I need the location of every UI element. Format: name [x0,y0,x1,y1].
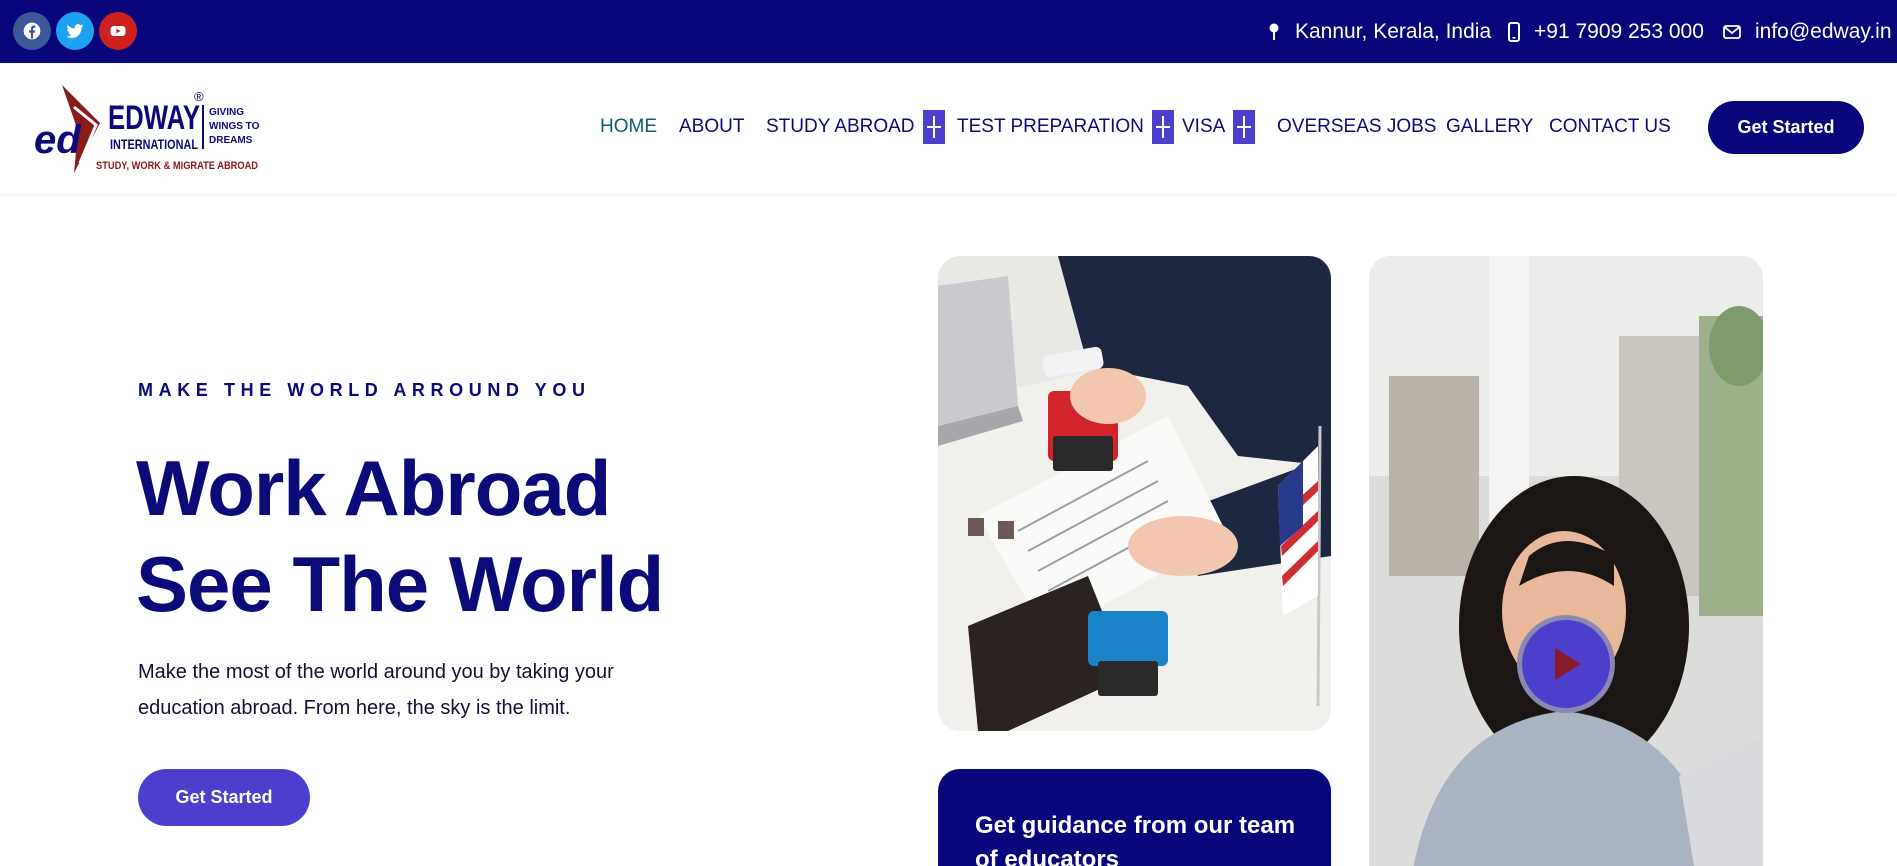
expand-plus-icon[interactable] [922,110,945,144]
nav-contact-us[interactable]: CONTACT US [1549,115,1671,139]
facebook-icon [23,22,41,40]
hero-eyebrow: MAKE THE WORLD ARROUND YOU [138,380,591,400]
youtube-icon [110,26,126,36]
student-video-thumbnail[interactable] [1369,256,1763,866]
visa-stamp-photo [938,256,1331,731]
map-pin-icon [1269,23,1279,40]
logo-tagline-1: GIVING [209,107,244,118]
mail-icon [1723,24,1741,39]
header-get-started-button[interactable]: Get Started [1708,101,1864,154]
logo-monogram: ed [34,118,82,162]
phone-text: +91 7909 253 000 [1534,19,1704,43]
logo-tagline-3: DREAMS [209,135,253,146]
nav-gallery[interactable]: GALLERY [1446,115,1533,139]
hero-title-line-2: See The World [136,540,664,628]
email-text: info@edway.in [1755,19,1892,43]
nav-test-preparation[interactable]: TEST PREPARATION [957,110,1174,144]
youtube-link[interactable] [99,12,137,50]
facebook-link[interactable] [13,12,51,50]
nav-about[interactable]: ABOUT [679,115,744,139]
top-bar: Kannur, Kerala, India +91 7909 253 000 i… [0,0,1897,63]
logo-tagline-2: WINGS TO [209,121,260,132]
twitter-link[interactable] [56,12,94,50]
hero-title: Work Abroad See The World [136,440,664,632]
logo-strapline: STUDY, WORK & MIGRATE ABROAD [96,160,258,172]
hero-get-started-button[interactable]: Get Started [138,769,310,826]
guidance-card: Get guidance from our team of educators [938,769,1331,866]
logo-sub: INTERNATIONAL [110,136,198,152]
edway-logo[interactable]: ed EDWAY ® INTERNATIONAL GIVING WINGS TO… [34,85,274,177]
expand-plus-icon[interactable] [1151,110,1174,144]
location-text: Kannur, Kerala, India [1295,19,1492,43]
decorative-arc-icon [1238,859,1298,866]
logo-registered: ® [194,89,204,104]
logo-brand: EDWAY [108,99,200,137]
hero-title-line-1: Work Abroad [136,444,611,532]
nav-home[interactable]: HOME [600,115,657,139]
nav-overseas-jobs[interactable]: OVERSEAS JOBS [1277,115,1436,139]
expand-plus-icon[interactable] [1233,110,1256,144]
hero-description: Make the most of the world around you by… [138,661,614,719]
nav-visa[interactable]: VISA [1182,110,1256,144]
email-info[interactable]: info@edway.in [1723,0,1892,63]
location-info: Kannur, Kerala, India [1267,0,1491,63]
phone-icon [1508,21,1520,42]
phone-info[interactable]: +91 7909 253 000 [1508,0,1704,63]
play-icon [1555,648,1581,680]
twitter-icon [66,24,84,39]
guidance-text: Get guidance from our team of educators [975,812,1296,866]
play-video-button[interactable] [1517,615,1615,713]
site-header: ed EDWAY ® INTERNATIONAL GIVING WINGS TO… [0,63,1897,193]
nav-study-abroad[interactable]: STUDY ABROAD [766,110,945,144]
